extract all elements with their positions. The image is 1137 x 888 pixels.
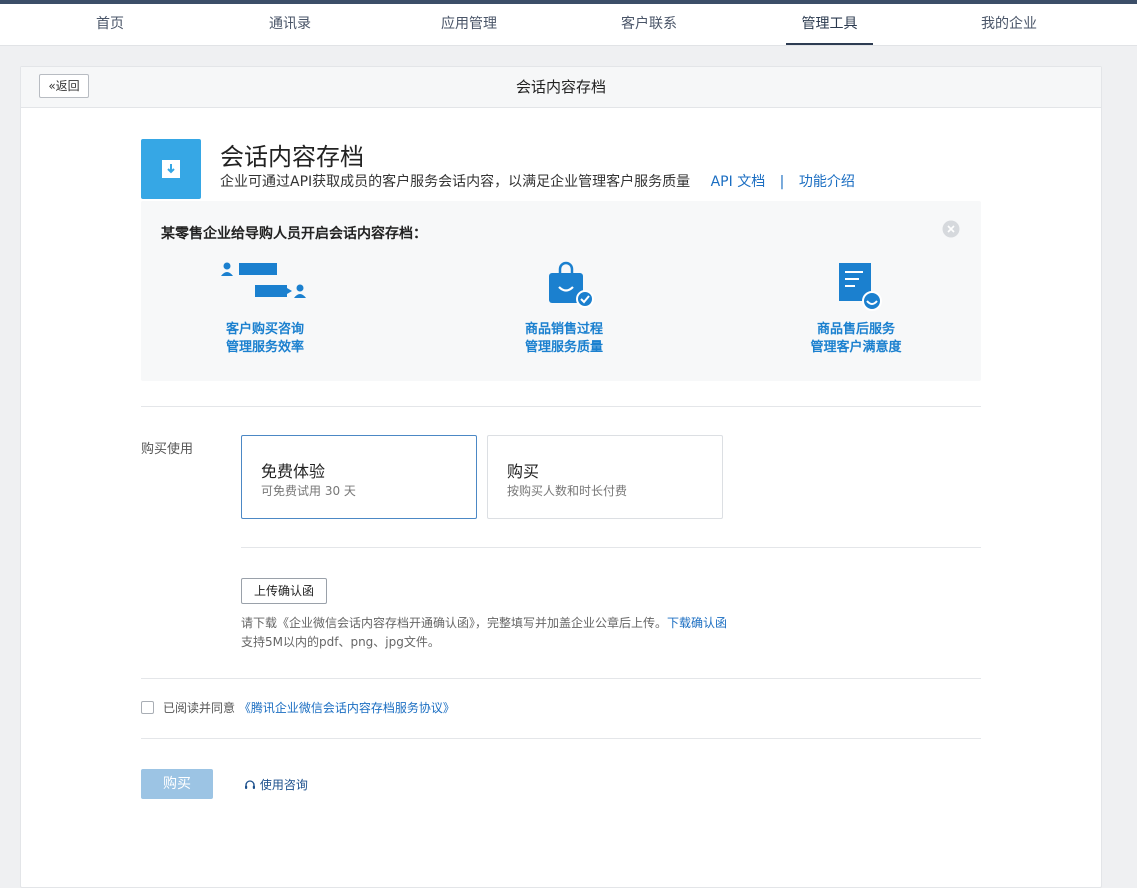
feature-line-1: 商品售后服务 (816, 322, 895, 337)
section-divider (141, 678, 981, 679)
main-card: 会话内容存档 «返回 会话内容存档 企业可通过API获取成员的客户服务会话内容，… (20, 66, 1102, 888)
feature-line-2: 管理客户满意度 (810, 340, 902, 355)
upload-instruction: 请下载《企业微信会话内容存档开通确认函》，完整填写并加盖企业公章后上传。 (241, 616, 668, 630)
feature-intro-link[interactable]: 功能介绍 (799, 174, 855, 190)
hero-description-text: 企业可通过API获取成员的客户服务会话内容，以满足企业管理客户服务质量 (220, 174, 691, 190)
chat-consult-icon (145, 261, 385, 313)
download-archive-icon (141, 139, 201, 199)
agreement-row: 已阅读并同意 《腾讯企业微信会话内容存档服务协议》 (141, 699, 455, 716)
feature-line-1: 商品销售过程 (524, 322, 603, 337)
option-title: 购买 (507, 462, 540, 481)
feature-line-2: 管理服务质量 (524, 340, 603, 355)
back-button[interactable]: «返回 (39, 74, 89, 98)
option-subtitle: 按购买人数和时长付费 (507, 484, 628, 498)
tip-title: 某零售企业给导购人员开启会话内容存档： (161, 226, 427, 242)
option-title: 免费体验 (261, 462, 326, 481)
agreement-prefix: 已阅读并同意 (163, 701, 236, 715)
double-chevron-left-icon: « (48, 79, 56, 93)
nav-app-management[interactable]: 应用管理 (429, 4, 509, 45)
upload-note: 请下载《企业微信会话内容存档开通确认函》，完整填写并加盖企业公章后上传。下载确认… (241, 614, 727, 652)
feature-item: 客户购买咨询 管理服务效率 (145, 261, 385, 357)
feature-line-1: 客户购买咨询 (225, 322, 304, 337)
consult-label: 使用咨询 (259, 778, 308, 792)
nav-management-tools[interactable]: 管理工具 (786, 4, 873, 45)
purchase-section-label: 购买使用 (141, 442, 194, 457)
nav-my-enterprise[interactable]: 我的企业 (969, 4, 1049, 45)
feature-item: 商品售后服务 管理客户满意度 (736, 261, 976, 357)
top-nav: 首页 通讯录 应用管理 客户联系 管理工具 我的企业 (0, 4, 1137, 46)
option-subtitle: 可免费试用 30 天 (261, 484, 356, 498)
close-icon[interactable] (942, 220, 960, 238)
nav-customer-contact[interactable]: 客户联系 (609, 4, 689, 45)
service-agreement-link[interactable]: 《腾讯企业微信会话内容存档服务协议》 (239, 701, 455, 715)
buy-button[interactable]: 购买 (141, 769, 213, 799)
feature-item: 商品销售过程 管理服务质量 (444, 261, 684, 357)
nav-home[interactable]: 首页 (70, 4, 150, 45)
link-separator: | (779, 174, 785, 190)
card-header: 会话内容存档 «返回 (21, 67, 1101, 108)
nav-contacts[interactable]: 通讯录 (250, 4, 330, 45)
feature-line-2: 管理服务效率 (225, 340, 304, 355)
shopping-bag-check-icon (444, 261, 684, 313)
purchase-option[interactable]: 购买 按购买人数和时长付费 (487, 435, 723, 519)
section-divider (241, 547, 981, 548)
example-tip-box: 某零售企业给导购人员开启会话内容存档： 客户购买咨询 管理服务效率 商品销售过程… (141, 201, 981, 381)
hero-description: 企业可通过API获取成员的客户服务会话内容，以满足企业管理客户服务质量 API … (220, 171, 855, 191)
hero-title: 会话内容存档 (220, 143, 364, 171)
api-doc-link[interactable]: API 文档 (711, 174, 766, 190)
download-confirmation-link[interactable]: 下载确认函 (667, 616, 727, 630)
document-smile-icon (736, 261, 976, 313)
upload-confirmation-button[interactable]: 上传确认函 (241, 578, 327, 604)
headset-icon (244, 778, 260, 792)
agreement-checkbox[interactable] (141, 701, 154, 714)
page-title: 会话内容存档 (515, 78, 606, 96)
free-trial-option[interactable]: 免费体验 可免费试用 30 天 (241, 435, 477, 519)
section-divider (141, 738, 981, 739)
back-label: 返回 (55, 79, 80, 93)
file-format-note: 支持5M以内的pdf、png、jpg文件。 (241, 635, 440, 649)
section-divider (141, 406, 981, 407)
consult-link[interactable]: 使用咨询 (244, 776, 308, 793)
